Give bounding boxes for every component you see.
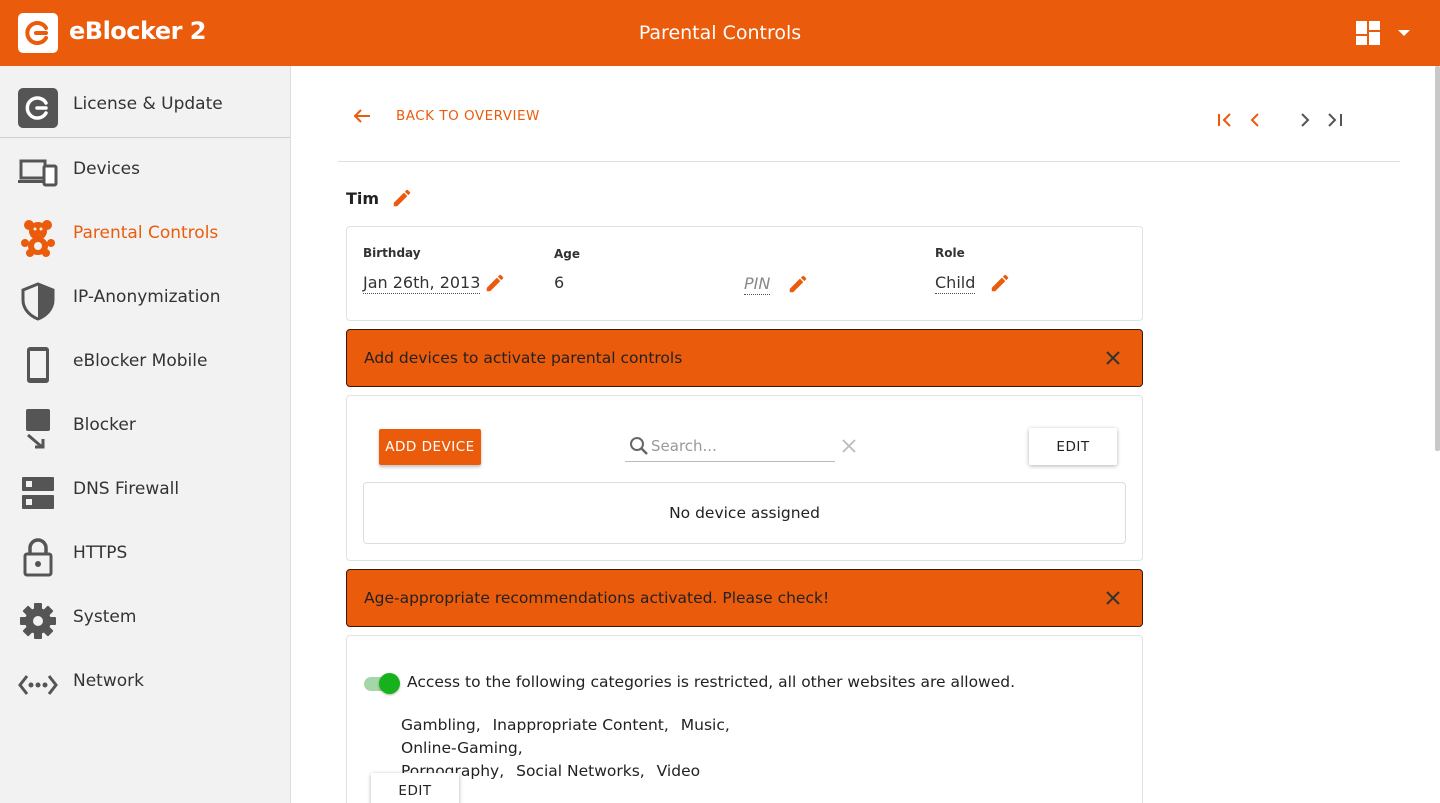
category-item: Inappropriate Content, (492, 716, 669, 734)
age-label: Age (554, 247, 581, 261)
devices-icon (18, 159, 58, 187)
page-title: Parental Controls (638, 22, 802, 44)
birthday-label: Birthday (363, 246, 421, 260)
sidebar-item-label: Devices (73, 159, 140, 179)
sidebar-item-license-update[interactable]: License & Update (0, 74, 290, 138)
edit-pin-pencil-icon[interactable] (787, 273, 809, 295)
add-device-button[interactable]: ADD DEVICE (379, 429, 481, 465)
category-list: Gambling, Inappropriate Content, Music, … (401, 714, 841, 783)
app-header: eBlocker 2 Parental Controls (0, 0, 1440, 66)
sidebar-item-network[interactable]: Network (0, 651, 290, 715)
sidebar-item-label: eBlocker Mobile (73, 351, 208, 371)
sidebar-item-https[interactable]: HTTPS (0, 523, 290, 587)
lock-icon (23, 538, 53, 577)
category-line: Pornography, Social Networks, Video (401, 760, 841, 783)
alert-text: Age-appropriate recommendations activate… (364, 589, 830, 607)
sidebar-item-eblocker-mobile[interactable]: eBlocker Mobile (0, 331, 290, 395)
add-devices-alert: Add devices to activate parental control… (346, 329, 1143, 387)
category-item: Gambling, (401, 716, 481, 734)
role-value[interactable]: Child (935, 273, 976, 294)
refresh-icon (18, 88, 58, 128)
arrow-left-icon (353, 109, 370, 123)
sidebar-item-dns-firewall[interactable]: DNS Firewall (0, 459, 290, 523)
sidebar-item-system[interactable]: System (0, 587, 290, 651)
first-page-icon[interactable] (1213, 108, 1237, 132)
role-label: Role (935, 246, 965, 260)
edit-birthday-pencil-icon[interactable] (484, 272, 506, 294)
server-icon (22, 477, 54, 509)
pin-value[interactable]: PIN (744, 274, 771, 295)
dashboard-icon[interactable] (1356, 21, 1382, 45)
sidebar: License & Update Devices Parental Contro… (0, 66, 291, 803)
back-to-overview-link[interactable]: BACK TO OVERVIEW (352, 106, 540, 126)
search-input[interactable] (651, 434, 831, 458)
close-icon[interactable] (1104, 349, 1122, 367)
sidebar-item-ip-anonymization[interactable]: IP-Anonymization (0, 267, 290, 331)
edit-restrictions-button[interactable]: EDIT (371, 773, 459, 803)
sidebar-item-devices[interactable]: Devices (0, 139, 290, 203)
phone-icon (27, 347, 49, 383)
category-item: Social Networks, (516, 762, 645, 780)
category-item: Online-Gaming, (401, 739, 523, 757)
edit-name-pencil-icon[interactable] (391, 187, 413, 209)
age-value: 6 (554, 273, 565, 292)
category-item: Video (656, 762, 701, 780)
sidebar-item-label: System (73, 607, 137, 627)
edit-role-pencil-icon[interactable] (989, 272, 1011, 294)
profile-name: Tim (346, 189, 380, 208)
close-icon[interactable] (1104, 589, 1122, 607)
device-search (625, 432, 835, 462)
sidebar-divider (0, 137, 290, 138)
clear-search-icon[interactable] (841, 438, 857, 454)
sidebar-item-label: Network (73, 671, 144, 691)
blocker-icon (26, 409, 50, 449)
next-page-icon[interactable] (1293, 108, 1317, 132)
alert-text: Add devices to activate parental control… (364, 349, 683, 367)
birthday-value[interactable]: Jan 26th, 2013 (363, 273, 481, 294)
back-label: BACK TO OVERVIEW (396, 108, 540, 124)
search-icon (630, 437, 648, 455)
chevron-down-icon[interactable] (1398, 30, 1410, 36)
toggle-knob (379, 673, 400, 694)
scrollbar-thumb[interactable] (1435, 66, 1440, 451)
previous-page-icon[interactable] (1243, 108, 1267, 132)
last-page-icon[interactable] (1323, 108, 1347, 132)
category-line: Gambling, Inappropriate Content, Music, … (401, 714, 841, 760)
sidebar-item-label: IP-Anonymization (73, 287, 221, 307)
sidebar-item-label: Blocker (73, 415, 136, 435)
restriction-description: Access to the following categories is re… (407, 673, 1016, 691)
no-devices-box: No device assigned (363, 482, 1126, 544)
teddy-bear-icon (21, 220, 55, 257)
gear-icon (20, 603, 56, 639)
divider (338, 161, 1400, 162)
network-icon (18, 675, 58, 695)
restriction-toggle[interactable] (363, 673, 400, 694)
sidebar-item-label: Parental Controls (73, 223, 219, 243)
sidebar-item-blocker[interactable]: Blocker (0, 395, 290, 459)
shield-icon (21, 282, 55, 321)
sidebar-item-label: HTTPS (73, 543, 128, 563)
sidebar-item-parental-controls[interactable]: Parental Controls (0, 203, 290, 267)
category-item: Music, (680, 716, 730, 734)
sidebar-item-label: DNS Firewall (73, 479, 180, 499)
sidebar-item-label: License & Update (73, 94, 223, 114)
edit-devices-button[interactable]: EDIT (1029, 428, 1117, 465)
recommendations-alert: Age-appropriate recommendations activate… (346, 569, 1143, 627)
empty-state-text: No device assigned (669, 504, 820, 522)
